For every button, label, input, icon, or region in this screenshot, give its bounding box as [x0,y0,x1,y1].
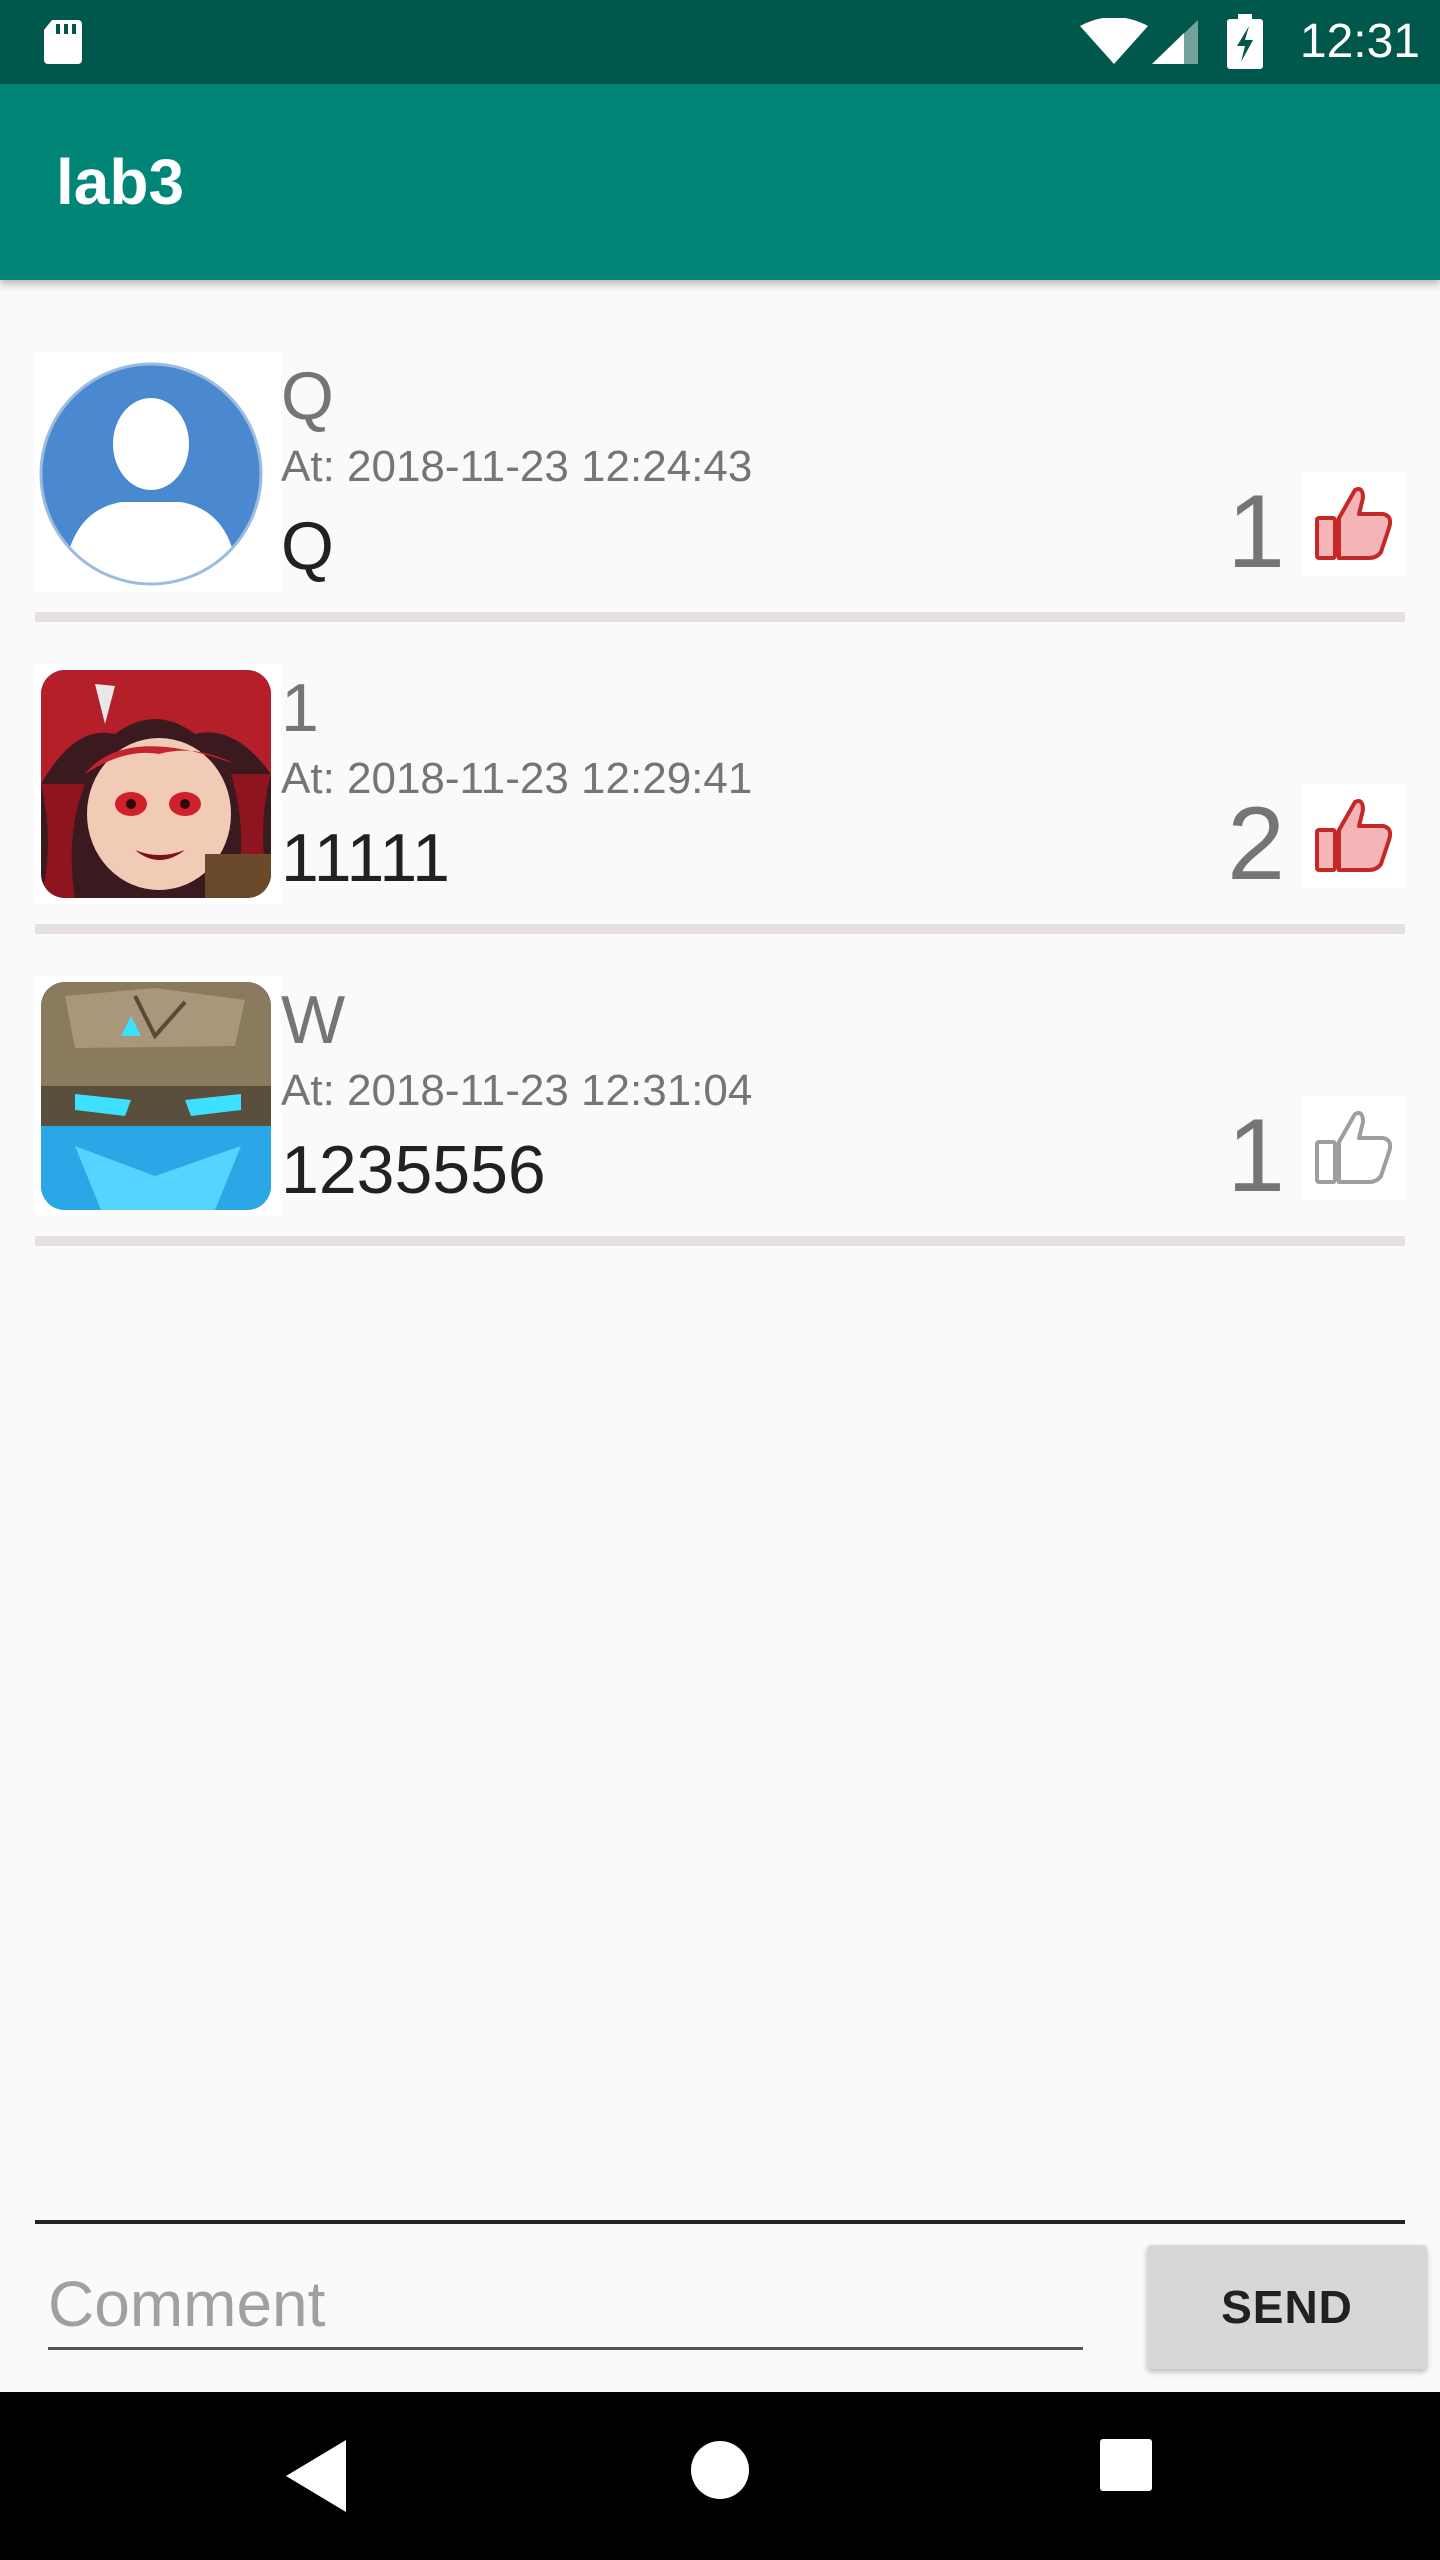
home-icon[interactable] [688,2438,752,2502]
wifi-icon [1080,18,1148,64]
stone-golem-avatar [35,976,281,1216]
recents-icon[interactable] [1098,2437,1154,2493]
thumbs-up-outline-icon [1315,1111,1393,1184]
like-button[interactable] [1301,472,1405,576]
comment-item[interactable]: Q At: 2018-11-23 12:24:43 Q 1 [35,312,1405,624]
comment-divider [35,2220,1405,2224]
like-button[interactable] [1301,784,1405,888]
signal-icon [1152,20,1198,64]
comment-username: Q [281,358,334,434]
divider [35,924,1405,934]
battery-charging-icon [1227,14,1263,69]
comment-timestamp: At: 2018-11-23 12:24:43 [281,442,753,491]
like-button[interactable] [1301,1096,1405,1200]
comment-username: 1 [281,670,319,746]
thumbs-up-filled-icon [1315,487,1393,560]
send-button[interactable]: SEND [1147,2245,1427,2369]
red-haired-character-avatar [35,664,281,904]
comment-item[interactable]: 1 At: 2018-11-23 12:29:41 11111 2 [35,624,1405,936]
comment-text: 11111 [281,820,450,896]
app-bar: lab3 [0,84,1440,280]
comment-input[interactable] [48,2260,1083,2350]
like-count: 1 [1227,1098,1285,1214]
navigation-bar [0,2392,1440,2560]
app-title: lab3 [56,146,185,218]
comment-timestamp: At: 2018-11-23 12:31:04 [281,1066,753,1115]
divider [35,612,1405,622]
status-bar: 12:31 [0,0,1440,84]
comment-text: 1235556 [281,1132,546,1208]
default-user-avatar [35,352,281,592]
comment-username: W [281,982,346,1058]
comment-text: Q [281,508,334,584]
like-count: 1 [1227,474,1285,590]
status-time: 12:31 [1299,15,1420,68]
comment-timestamp: At: 2018-11-23 12:29:41 [281,754,753,803]
back-icon[interactable] [280,2436,352,2516]
divider [35,1236,1405,1246]
comment-item[interactable]: W At: 2018-11-23 12:31:04 1235556 1 [35,936,1405,1248]
like-count: 2 [1227,786,1285,902]
sd-card-icon [44,20,82,64]
thumbs-up-filled-icon [1315,799,1393,872]
